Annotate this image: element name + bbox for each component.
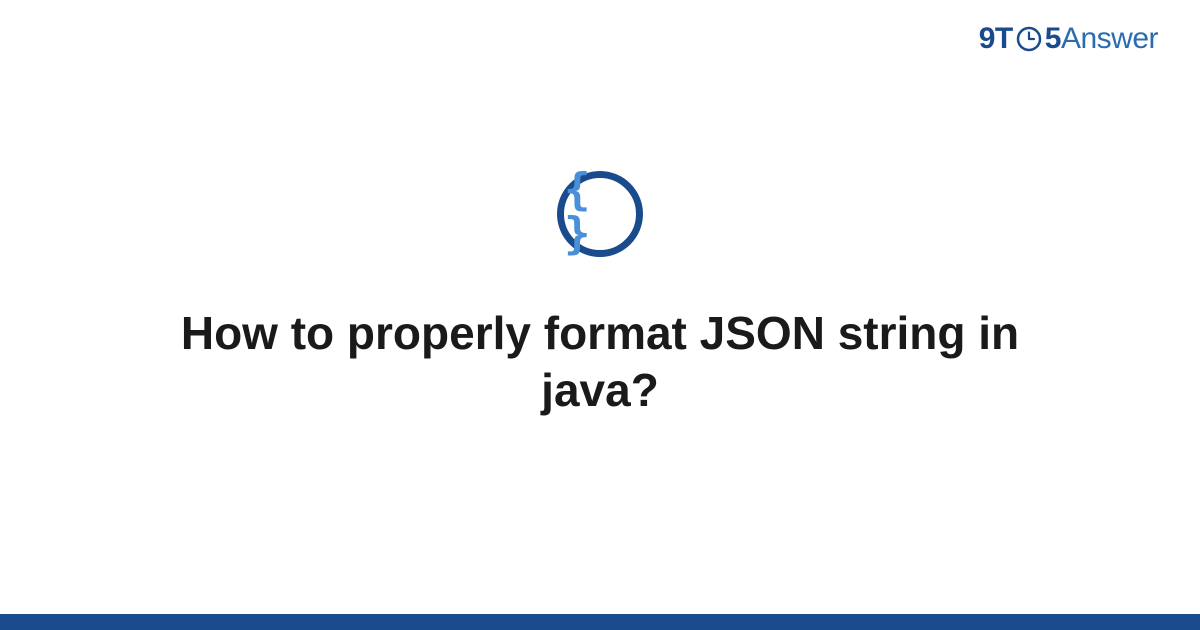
json-icon: { } bbox=[557, 171, 643, 257]
braces-icon: { } bbox=[564, 168, 636, 256]
footer-accent-bar bbox=[0, 614, 1200, 630]
main-content: { } How to properly format JSON string i… bbox=[0, 0, 1200, 630]
page-title: How to properly format JSON string in ja… bbox=[150, 305, 1050, 420]
topic-icon-wrapper: { } bbox=[557, 171, 643, 257]
